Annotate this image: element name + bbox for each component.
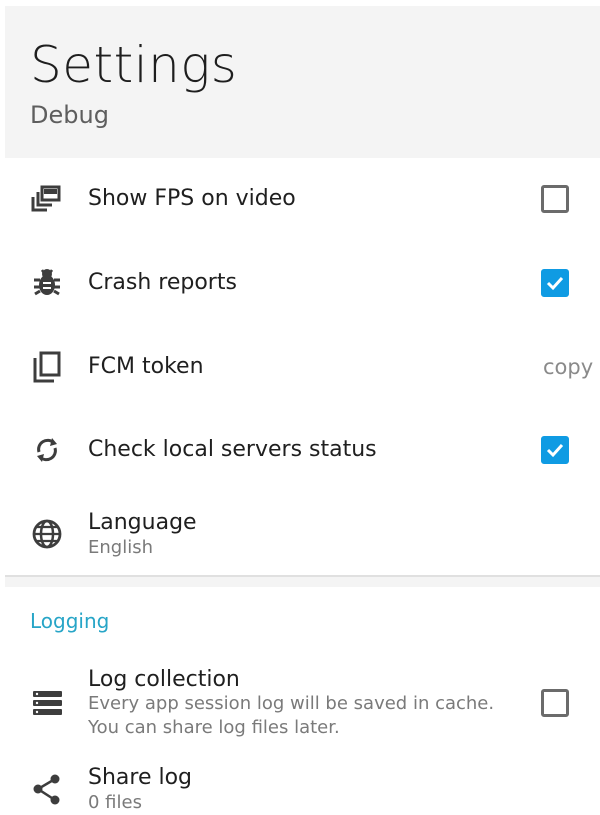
setting-fcm-token[interactable]: FCM token copy (0, 335, 600, 399)
setting-share-log[interactable]: Share log 0 files (0, 758, 600, 813)
setting-label: Show FPS on video (88, 186, 296, 211)
setting-description: Every app session log will be saved in c… (88, 693, 495, 714)
setting-description: You can share log files later. (88, 717, 340, 738)
setting-label: FCM token (88, 354, 204, 379)
setting-label: Log collection (88, 667, 240, 692)
setting-crash-reports[interactable]: Crash reports (0, 252, 600, 316)
storage-icon (30, 686, 64, 720)
copy-icon (30, 350, 64, 384)
page-title: Settings (30, 36, 238, 94)
setting-sublabel: English (88, 537, 153, 558)
section-divider (5, 575, 600, 587)
setting-sublabel: 0 files (88, 792, 142, 813)
setting-label: Crash reports (88, 270, 237, 295)
setting-label: Share log (88, 765, 193, 790)
crash-reports-checkbox[interactable] (541, 269, 569, 297)
log-collection-checkbox[interactable] (541, 689, 569, 717)
show-fps-checkbox[interactable] (541, 185, 569, 213)
setting-check-local-servers[interactable]: Check local servers status (0, 419, 600, 483)
bug-icon (30, 266, 64, 300)
setting-language[interactable]: Language English (0, 503, 600, 567)
settings-header: Settings Debug (5, 6, 600, 158)
globe-icon (30, 517, 64, 551)
sync-icon (30, 433, 64, 467)
setting-log-collection[interactable]: Log collection Every app session log wil… (0, 660, 600, 740)
setting-show-fps[interactable]: Show FPS on video (0, 168, 600, 232)
share-icon (30, 772, 64, 806)
page-subtitle: Debug (30, 101, 109, 129)
check-local-servers-checkbox[interactable] (541, 436, 569, 464)
setting-label: Check local servers status (88, 437, 377, 462)
section-title-logging: Logging (30, 609, 110, 633)
copy-token-button[interactable]: copy (543, 355, 593, 379)
picture-in-picture-icon (30, 182, 64, 216)
setting-label: Language (88, 510, 197, 535)
